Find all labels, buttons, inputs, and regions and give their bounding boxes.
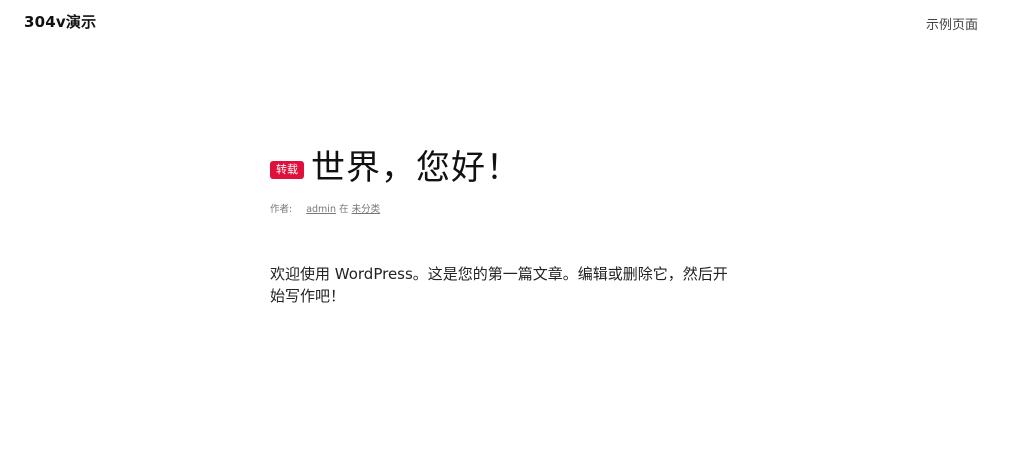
page: 304v演示 示例页面 转载 世界，您好！ 作者: admin 在 未分类 欢迎使… <box>0 0 1024 452</box>
post-meta: 作者: admin 在 未分类 <box>270 201 380 215</box>
post-title-row: 转载 世界，您好！ <box>270 146 521 190</box>
post-content: 欢迎使用 WordPress。这是您的第一篇文章。编辑或删除它，然后开始写作吧！ <box>270 265 728 305</box>
site-title-link[interactable]: 304v演示 <box>24 11 96 32</box>
post-title: 世界，您好！ <box>311 148 521 188</box>
category-link[interactable]: 未分类 <box>352 204 381 215</box>
repost-badge: 转载 <box>270 161 304 179</box>
nav-link-sample-page[interactable]: 示例页面 <box>926 14 978 33</box>
author-link[interactable]: admin <box>306 204 336 215</box>
author-prefix: 作者: <box>270 204 293 215</box>
in-text: 在 <box>339 204 349 215</box>
